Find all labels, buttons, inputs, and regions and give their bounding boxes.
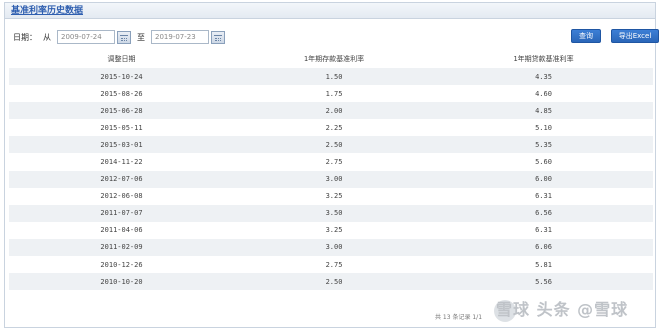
table-row: 2011-02-09 3.00 6.06 [9,238,653,257]
deposit-rate-cell: 2.00 [325,106,343,115]
table-row: 2011-07-07 3.50 6.56 [9,204,653,222]
date-cell: 2010-12-26 [100,260,143,269]
table-header-row: 调整日期 1年期存款基准利率 1年期贷款基准利率 [9,50,653,68]
deposit-rate-cell: 3.25 [325,192,343,201]
column-header-deposit-rate[interactable]: 1年期存款基准利率 [234,54,434,64]
deposit-rate-cell: 3.50 [325,209,343,218]
date-filter-bar: 日期： 从 2009-07-24 至 2019-07-23 查询 导出Excel [13,29,659,45]
deposit-rate-cell: 2.50 [325,277,343,286]
table-row: 2012-06-08 3.25 6.31 [9,187,653,205]
date-cell: 2011-04-06 [100,226,143,235]
panel-header: 基准利率历史数据 [5,3,655,19]
to-label: 至 [137,32,145,42]
date-cell: 2015-05-11 [100,123,143,132]
rate-table: 调整日期 1年期存款基准利率 1年期贷款基准利率 2015-10-24 1.50 4… [9,50,653,291]
loan-rate-cell: 5.35 [535,140,552,149]
date-cell: 2011-07-07 [100,209,143,218]
loan-rate-cell: 6.31 [535,226,552,235]
deposit-rate-cell: 2.75 [325,158,343,167]
date-cell: 2015-03-01 [100,140,143,149]
start-date-input[interactable]: 2009-07-24 [57,30,115,44]
table-row: 2010-12-26 2.75 5.81 [9,256,653,274]
watermark: 雪球 头条 @雪球 [496,300,629,319]
rate-history-panel: 基准利率历史数据 日期： 从 2009-07-24 至 2019-07-23 查… [4,2,659,328]
deposit-rate-cell: 1.75 [325,89,343,98]
table-row: 2015-03-01 2.50 5.35 [9,136,653,154]
column-header-date[interactable]: 调整日期 [9,54,234,64]
deposit-rate-cell: 3.25 [325,226,343,235]
deposit-rate-cell: 2.50 [325,140,343,149]
loan-rate-cell: 5.10 [535,123,552,132]
pagination-info: 共 13 条记录 1/1 [435,314,483,321]
export-excel-button[interactable]: 导出Excel [611,29,659,43]
date-cell: 2015-10-24 [100,72,143,81]
date-cell: 2012-07-06 [100,175,143,184]
date-cell: 2012-06-08 [100,192,143,201]
loan-rate-cell: 6.06 [535,243,552,252]
deposit-rate-cell: 2.25 [325,123,343,132]
loan-rate-cell: 5.56 [535,277,552,286]
loan-rate-cell: 5.60 [535,158,552,167]
date-cell: 2011-02-09 [100,243,143,252]
loan-rate-cell: 5.81 [535,260,552,269]
table-row: 2015-05-11 2.25 5.10 [9,119,653,137]
loan-rate-cell: 6.56 [535,209,552,218]
table-row: 2011-04-06 3.25 6.31 [9,221,653,239]
calendar-icon[interactable] [117,30,131,44]
page-title: 基准利率历史数据 [11,6,84,16]
from-label: 从 [43,32,51,42]
table-row: 2014-11-22 2.75 5.60 [9,153,653,171]
query-button[interactable]: 查询 [571,29,601,43]
loan-rate-cell: 6.31 [535,192,552,201]
table-row: 2015-10-24 1.50 4.35 [9,68,653,86]
table-row: 2015-06-28 2.00 4.85 [9,102,653,120]
end-date-input[interactable]: 2019-07-23 [151,30,209,44]
table-row: 2015-08-26 1.75 4.60 [9,85,653,103]
calendar-icon[interactable] [211,30,225,44]
loan-rate-cell: 4.85 [535,106,552,115]
deposit-rate-cell: 1.50 [325,72,343,81]
table-row: 2012-07-06 3.00 6.00 [9,170,653,188]
date-cell: 2015-08-26 [100,89,143,98]
date-label: 日期： [13,32,37,42]
table-row: 2010-10-20 2.50 5.56 [9,273,653,291]
loan-rate-cell: 4.60 [535,89,552,98]
deposit-rate-cell: 2.75 [325,260,343,269]
date-cell: 2015-06-28 [100,106,143,115]
deposit-rate-cell: 3.00 [325,175,343,184]
loan-rate-cell: 6.00 [535,175,552,184]
deposit-rate-cell: 3.00 [325,243,343,252]
loan-rate-cell: 4.35 [535,72,552,81]
date-cell: 2010-10-20 [100,277,143,286]
date-cell: 2014-11-22 [100,158,143,167]
column-header-loan-rate[interactable]: 1年期贷款基准利率 [434,54,653,64]
